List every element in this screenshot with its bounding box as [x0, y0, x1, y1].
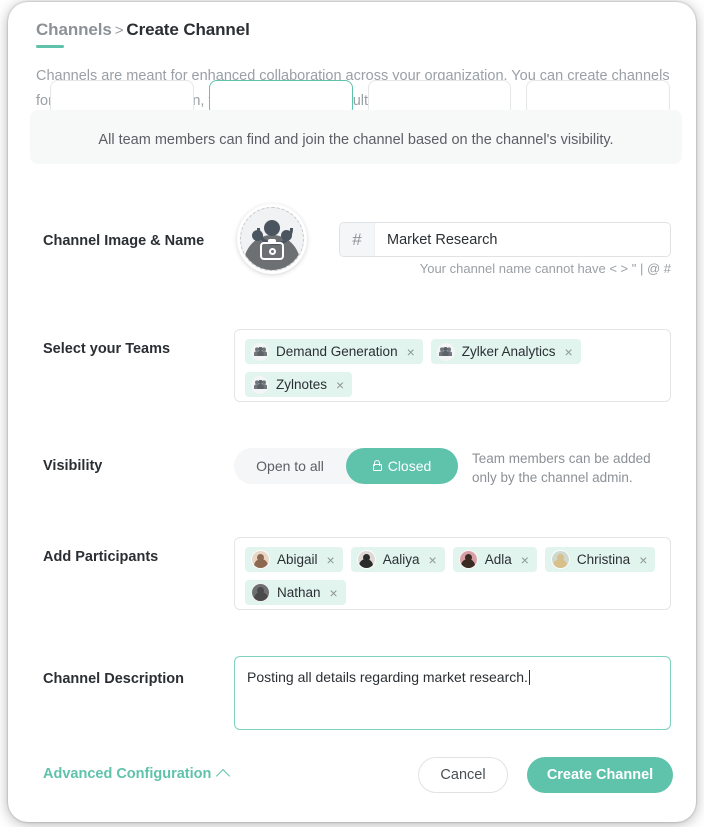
breadcrumb-channels-link[interactable]: Channels	[36, 20, 112, 39]
visibility-label: Visibility	[43, 458, 103, 474]
visibility-toggle[interactable]: Open to all Closed	[234, 448, 458, 484]
participant-chip[interactable]: Christina ×	[544, 547, 656, 572]
channel-image-name-label: Channel Image & Name	[43, 233, 205, 249]
breadcrumb-separator: >	[114, 22, 124, 39]
participant-chip-label: Adla	[484, 552, 512, 567]
breadcrumb-current: Create Channel	[126, 20, 250, 39]
teams-multiselect[interactable]: Demand Generation × Zylker Analytics × Zylno…	[234, 329, 671, 402]
participant-chip-label: Aaliya	[382, 552, 420, 567]
channel-description-label: Channel Description	[43, 671, 184, 687]
channel-description-value: Posting all details regarding market res…	[247, 669, 528, 685]
channel-name-hint: Your channel name cannot have < > " | @ …	[419, 261, 671, 276]
visibility-note: Team members can be added only by the ch…	[472, 451, 651, 485]
breadcrumb-underline	[36, 45, 64, 48]
remove-participant-chip-icon[interactable]: ×	[327, 553, 335, 567]
remove-team-chip-icon[interactable]: ×	[407, 345, 415, 359]
participant-chip-label: Christina	[576, 552, 631, 567]
avatar-silhouette-arm-left	[252, 230, 263, 241]
team-group-icon	[251, 375, 269, 394]
avatar-silhouette-head	[264, 220, 280, 236]
participant-avatar	[251, 583, 270, 602]
participant-avatar	[550, 550, 570, 569]
text-caret	[528, 670, 530, 685]
participant-chip[interactable]: Abigail ×	[245, 547, 343, 572]
team-chip-label: Zylnotes	[276, 377, 328, 392]
visibility-option-closed-label: Closed	[387, 458, 432, 474]
participant-chip[interactable]: Nathan ×	[245, 580, 346, 605]
remove-team-chip-icon[interactable]: ×	[336, 378, 344, 392]
advanced-configuration-toggle[interactable]: Advanced Configuration	[43, 766, 231, 783]
team-chip[interactable]: Zylker Analytics ×	[430, 339, 581, 364]
remove-participant-chip-icon[interactable]: ×	[429, 553, 437, 567]
remove-participant-chip-icon[interactable]: ×	[521, 553, 529, 567]
breadcrumb: Channels > Create Channel	[36, 20, 250, 40]
remove-team-chip-icon[interactable]: ×	[565, 345, 573, 359]
channel-avatar-upload[interactable]	[237, 204, 307, 274]
visibility-option-closed[interactable]: Closed	[346, 448, 458, 484]
hash-icon: #	[340, 223, 375, 256]
visibility-info-text: All team members can find and join the c…	[98, 132, 614, 148]
create-channel-button[interactable]: Create Channel	[527, 757, 673, 793]
participant-chip-label: Nathan	[277, 585, 321, 600]
visibility-option-open[interactable]: Open to all	[234, 448, 346, 484]
channel-name-input[interactable]	[375, 223, 670, 256]
participant-avatar	[458, 550, 478, 569]
visibility-info-banner: All team members can find and join the c…	[30, 110, 682, 164]
participants-multiselect[interactable]: Abigail × Aaliya × Adla × Christina × Nathan ×	[234, 537, 671, 610]
team-group-icon	[251, 342, 269, 361]
advanced-configuration-label: Advanced Configuration	[43, 766, 212, 782]
team-group-icon	[436, 342, 455, 361]
team-chip-label: Zylker Analytics	[461, 344, 556, 359]
channel-description-textarea[interactable]: Posting all details regarding market res…	[234, 656, 671, 730]
team-chip[interactable]: Demand Generation ×	[245, 339, 423, 364]
add-participants-label: Add Participants	[43, 549, 159, 565]
create-channel-card: Channels > Create Channel Channels are mea…	[8, 2, 696, 822]
camera-icon	[260, 239, 284, 260]
select-teams-label: Select your Teams	[43, 341, 171, 357]
remove-participant-chip-icon[interactable]: ×	[330, 586, 338, 600]
participant-chip-label: Abigail	[277, 552, 318, 567]
lock-icon	[372, 459, 382, 471]
channel-name-field[interactable]: #	[339, 222, 671, 257]
remove-participant-chip-icon[interactable]: ×	[639, 553, 647, 567]
team-chip[interactable]: Zylnotes ×	[245, 372, 353, 397]
channel-avatar-placeholder-icon	[240, 207, 304, 271]
participant-avatar	[356, 550, 376, 569]
avatar-silhouette-arm-right	[281, 230, 292, 241]
team-chip-label: Demand Generation	[276, 344, 398, 359]
participant-chip[interactable]: Adla ×	[452, 547, 537, 572]
participant-avatar	[251, 550, 270, 569]
cancel-button[interactable]: Cancel	[418, 757, 508, 793]
chevron-up-icon	[216, 768, 231, 783]
participant-chip[interactable]: Aaliya ×	[350, 547, 445, 572]
